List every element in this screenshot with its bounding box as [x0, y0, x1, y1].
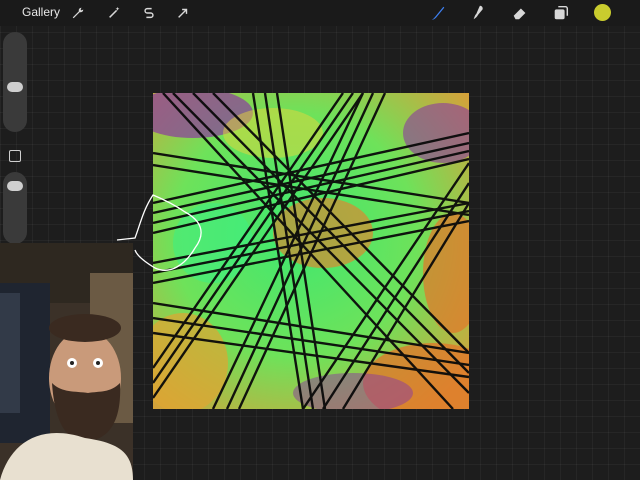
brush-size-handle[interactable] — [7, 82, 23, 92]
webcam-video — [0, 243, 133, 480]
left-sidebar — [3, 32, 27, 244]
magic-wand-icon[interactable] — [105, 4, 123, 22]
brush-icon[interactable] — [428, 3, 448, 23]
layers-icon[interactable] — [551, 3, 571, 23]
eraser-icon[interactable] — [510, 3, 530, 23]
wrench-icon[interactable] — [69, 4, 87, 22]
smudge-icon[interactable] — [469, 3, 489, 23]
arrow-cursor-icon[interactable] — [174, 4, 192, 22]
top-toolbar: Gallery — [0, 0, 640, 26]
modify-button[interactable] — [9, 150, 21, 162]
webcam-overlay — [0, 243, 133, 480]
color-picker-button[interactable] — [594, 4, 611, 21]
brush-size-slider[interactable] — [3, 32, 27, 132]
opacity-slider[interactable] — [3, 172, 27, 244]
opacity-handle[interactable] — [7, 181, 23, 191]
selection-s-icon[interactable] — [140, 4, 158, 22]
gallery-button[interactable]: Gallery — [22, 5, 60, 19]
